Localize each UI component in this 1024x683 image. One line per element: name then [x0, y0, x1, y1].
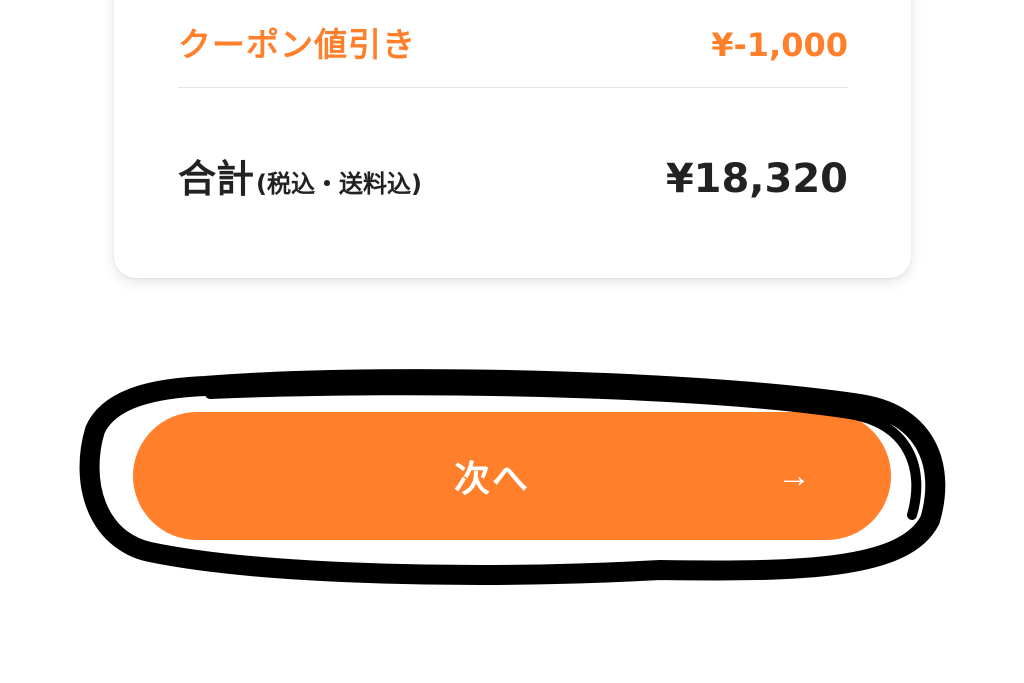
total-tax-shipping-note: (税込・送料込) — [256, 170, 422, 198]
next-button-label: 次へ — [453, 458, 530, 499]
next-button[interactable]: 次へ → — [133, 412, 891, 540]
total-value: ¥18,320 — [665, 156, 848, 202]
checkout-summary-page: クーポン値引き ¥-1,000 合計(税込・送料込) ¥18,320 次へ → — [0, 0, 1024, 683]
total-label-group: 合計(税込・送料込) — [178, 148, 422, 203]
coupon-discount-value: ¥-1,000 — [711, 26, 848, 64]
total-label: 合計 — [178, 157, 255, 201]
coupon-discount-row: クーポン値引き ¥-1,000 — [178, 18, 848, 66]
total-row: 合計(税込・送料込) ¥18,320 — [178, 148, 848, 203]
arrow-right-icon: → — [777, 457, 811, 495]
summary-divider — [178, 87, 848, 88]
coupon-discount-label: クーポン値引き — [178, 25, 416, 64]
